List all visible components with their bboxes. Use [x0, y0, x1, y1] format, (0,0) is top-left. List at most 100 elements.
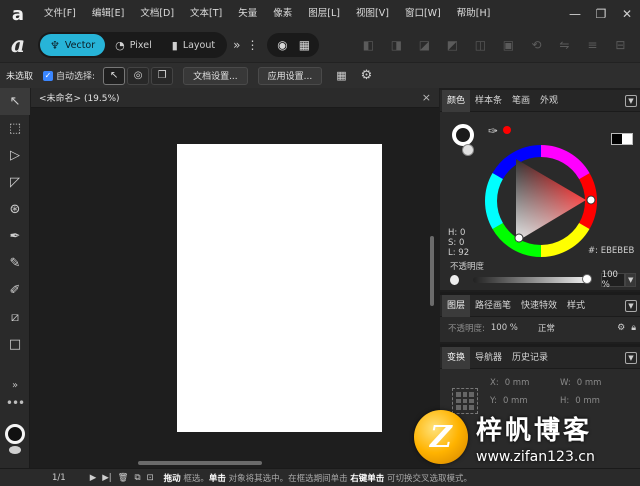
snapping-grid-icon[interactable]: ▦: [336, 69, 346, 82]
panel-divider[interactable]: [440, 292, 640, 295]
fill-swatch[interactable]: [5, 424, 25, 444]
maximize-button[interactable]: ❐: [588, 0, 614, 28]
persona-pixel-button[interactable]: ◔ Pixel: [105, 34, 162, 56]
menu-file[interactable]: 文件[F]: [36, 0, 84, 28]
artboard-tool-icon[interactable]: ⬚: [0, 115, 30, 142]
document-settings-button[interactable]: 文档设置...: [183, 66, 248, 85]
horizontal-scrollbar[interactable]: [138, 461, 262, 465]
boolean-add-icon[interactable]: ◪: [415, 36, 433, 54]
panel-divider[interactable]: [440, 344, 640, 347]
checkbox-checked-icon[interactable]: ✓: [43, 70, 54, 81]
document-tab[interactable]: <未命名> (19.5%): [31, 91, 120, 104]
menu-layer[interactable]: 图层[L]: [300, 0, 348, 28]
minimize-button[interactable]: —: [562, 0, 588, 28]
vector-brush-icon[interactable]: ✐: [0, 277, 30, 304]
hex-readout[interactable]: #: EBEBEB: [588, 246, 634, 256]
play-next-icon[interactable]: ▶: [90, 473, 97, 483]
trash-icon[interactable]: 🗑︎: [118, 473, 129, 483]
corner-tool-icon[interactable]: ◸: [0, 169, 30, 196]
last-page-icon[interactable]: ▶|: [102, 473, 111, 483]
opacity-slider-handle[interactable]: [581, 274, 592, 284]
transform-h-field[interactable]: H: 0 mm: [560, 396, 600, 406]
tab-navigator[interactable]: 导航器: [470, 347, 507, 369]
stroke-ring[interactable]: [452, 124, 474, 146]
tab-stroke[interactable]: 笔画: [507, 90, 535, 112]
menu-document[interactable]: 文档[D]: [132, 0, 182, 28]
tab-color[interactable]: 颜色: [442, 89, 471, 112]
opacity-dropdown-icon[interactable]: ▼: [625, 273, 637, 287]
select-mode-intersect-icon[interactable]: ◎: [127, 66, 150, 85]
fill-stroke-swatch[interactable]: [5, 424, 25, 454]
recent-color-swatch[interactable]: [503, 126, 511, 134]
tab-appearance[interactable]: 外观: [535, 90, 563, 112]
persona-vector-button[interactable]: ♆ Vector: [40, 34, 106, 56]
hue-handle[interactable]: [586, 195, 596, 205]
move-tool-icon[interactable]: ↖: [0, 88, 30, 115]
persona-more-icon[interactable]: »: [233, 38, 240, 52]
insert-target-icon[interactable]: ▣: [499, 36, 517, 54]
gear-icon[interactable]: ⚙: [617, 323, 625, 333]
w-value[interactable]: 0 mm: [577, 378, 602, 388]
toolbar-menu-dots-icon[interactable]: ⋮: [246, 38, 258, 52]
close-window-button[interactable]: ✕: [614, 0, 640, 28]
tab-swatches[interactable]: 样本条: [470, 90, 507, 112]
boolean-intersect-icon[interactable]: ◫: [471, 36, 489, 54]
tab-quick-effects[interactable]: 快速特效: [516, 295, 562, 317]
fill-tool-icon[interactable]: ⧄: [0, 304, 30, 331]
flip-icon[interactable]: ⇋: [555, 36, 573, 54]
tab-transform[interactable]: 变换: [442, 346, 471, 369]
h-value[interactable]: 0 mm: [575, 396, 600, 406]
tools-more-icon[interactable]: »: [0, 380, 30, 391]
pencil-tool-icon[interactable]: ✎: [0, 250, 30, 277]
x-value[interactable]: 0 mm: [505, 378, 530, 388]
node-tool-icon[interactable]: ▷: [0, 142, 30, 169]
tab-layers[interactable]: 图层: [442, 294, 471, 317]
tab-path-brushes[interactable]: 路径画笔: [470, 295, 516, 317]
stroke-swatch[interactable]: [9, 446, 21, 454]
vertical-scrollbar[interactable]: [430, 236, 434, 306]
blend-mode-select[interactable]: 正常: [538, 322, 555, 334]
menu-text[interactable]: 文本[T]: [182, 0, 230, 28]
pen-tool-icon[interactable]: ✒: [0, 223, 30, 250]
arrange-forward-icon[interactable]: ◨: [387, 36, 405, 54]
menu-edit[interactable]: 编辑[E]: [84, 0, 132, 28]
eyedropper-icon[interactable]: ✑: [488, 124, 498, 138]
chevron-down-icon[interactable]: ▼: [625, 351, 637, 364]
view-quality-icon[interactable]: ◉: [273, 36, 291, 54]
lock-icon[interactable]: 🔒︎: [631, 323, 636, 333]
menu-view[interactable]: 视图[V]: [348, 0, 397, 28]
fill-stroke-selector[interactable]: [452, 124, 482, 156]
page-delete-icon[interactable]: ⊡: [147, 473, 154, 483]
rotate-icon[interactable]: ⟲: [527, 36, 545, 54]
persona-layout-button[interactable]: ▮ Layout: [162, 34, 225, 56]
artboard-page[interactable]: [177, 144, 382, 432]
opacity-input[interactable]: 100 %: [600, 270, 626, 290]
no-fill-icon[interactable]: [462, 144, 474, 156]
app-settings-button[interactable]: 应用设置...: [257, 66, 323, 85]
close-document-icon[interactable]: ×: [422, 91, 431, 104]
menu-help[interactable]: 帮助[H]: [449, 0, 499, 28]
arrange-back-icon[interactable]: ◧: [359, 36, 377, 54]
grid-view-icon[interactable]: ▦: [295, 36, 313, 54]
black-white-swatch[interactable]: [611, 133, 633, 145]
opacity-slider[interactable]: [472, 274, 592, 284]
color-wheel[interactable]: [482, 142, 600, 260]
y-value[interactable]: 0 mm: [503, 396, 528, 406]
opacity-reset-icon[interactable]: [450, 275, 459, 285]
transform-x-field[interactable]: X: 0 mm: [490, 378, 529, 388]
tools-overflow-icon[interactable]: •••: [0, 396, 30, 410]
align-icon[interactable]: ≡: [583, 36, 601, 54]
color-handle[interactable]: [514, 233, 524, 243]
menu-vector[interactable]: 矢量: [230, 0, 265, 28]
boolean-subtract-icon[interactable]: ◩: [443, 36, 461, 54]
transform-y-field[interactable]: Y: 0 mm: [490, 396, 528, 406]
rectangle-tool-icon[interactable]: □: [0, 331, 30, 358]
chevron-down-icon[interactable]: ▼: [625, 299, 637, 312]
select-mode-pointer-icon[interactable]: ↖: [103, 66, 126, 85]
menu-pixel[interactable]: 像素: [265, 0, 300, 28]
gear-icon[interactable]: ⚙: [361, 68, 373, 83]
white-swatch[interactable]: [622, 134, 632, 144]
select-mode-layers-icon[interactable]: ❐: [151, 66, 174, 85]
black-swatch[interactable]: [612, 134, 622, 144]
auto-select-toggle[interactable]: ✓ 自动选择:: [41, 69, 95, 82]
